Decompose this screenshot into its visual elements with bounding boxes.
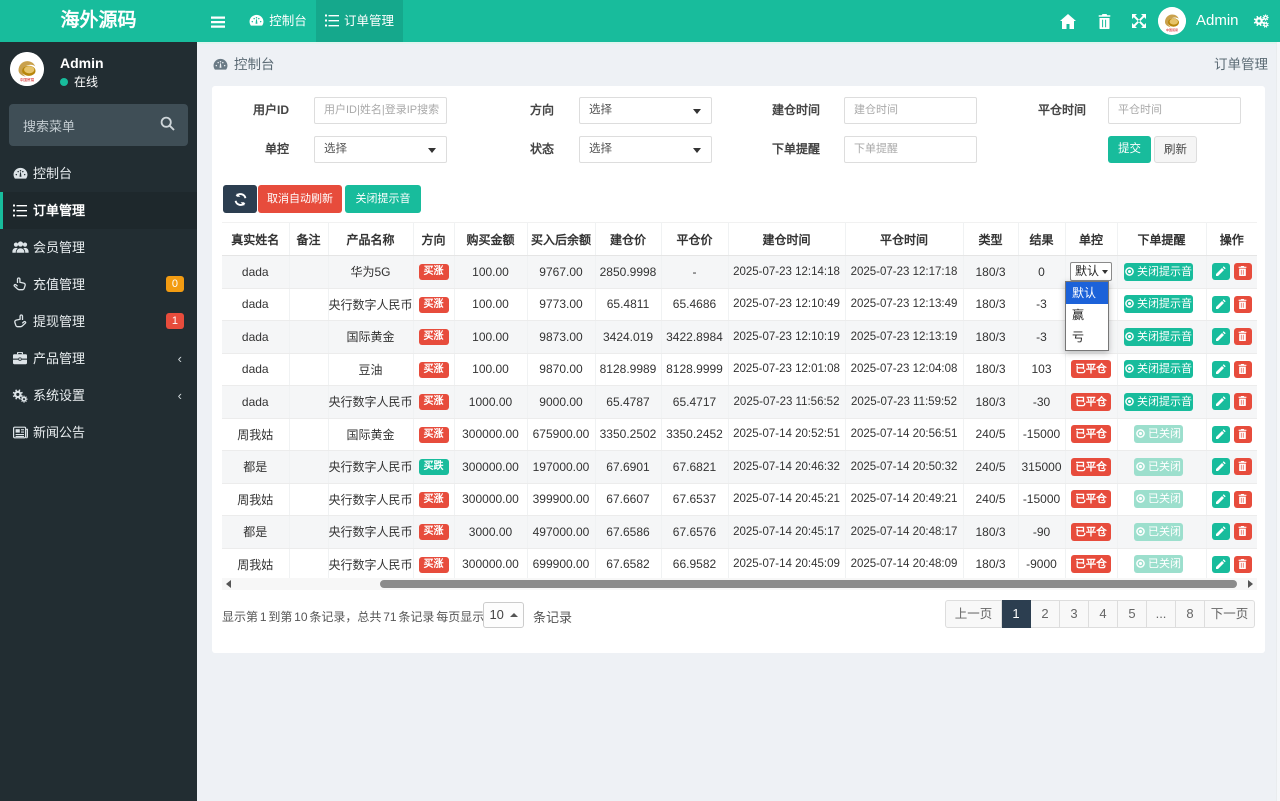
svg-text:中国贸易: 中国贸易 <box>1166 27 1178 32</box>
svg-text:中国贸易: 中国贸易 <box>20 77 35 82</box>
